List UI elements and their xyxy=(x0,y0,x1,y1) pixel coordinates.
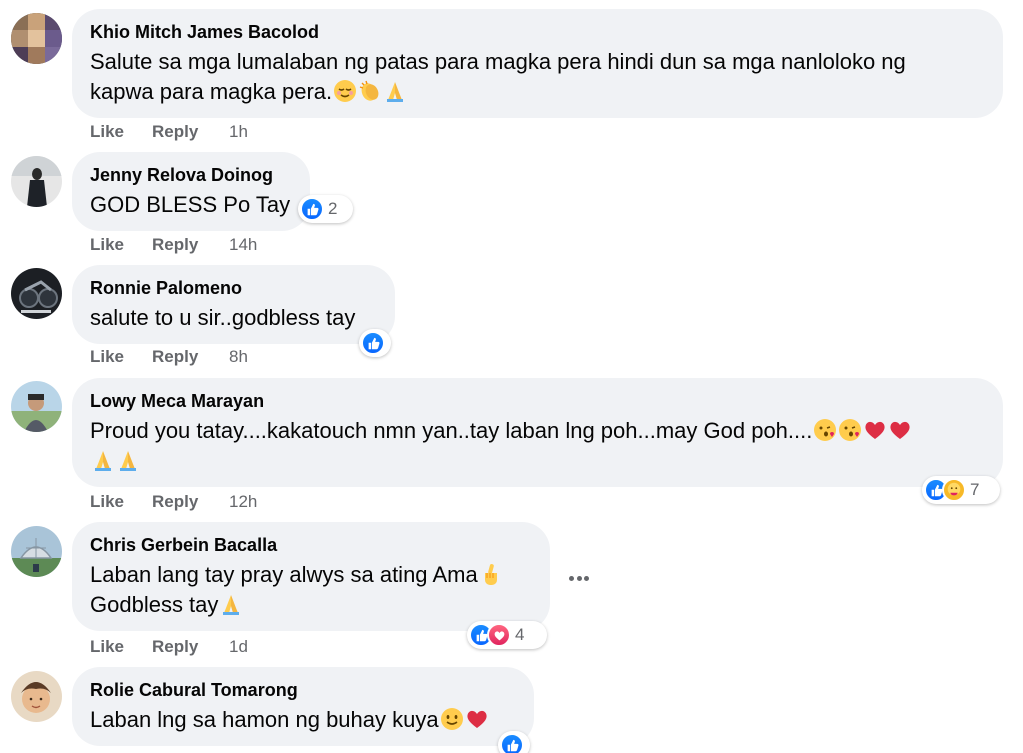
reply-button[interactable]: Reply xyxy=(152,637,229,657)
avatar[interactable] xyxy=(11,671,62,722)
thumbs-up-icon xyxy=(500,733,524,753)
like-button[interactable]: Like xyxy=(90,492,152,512)
kissing-face-emoji xyxy=(814,419,837,441)
reply-button[interactable]: Reply xyxy=(152,492,229,512)
red-heart-emoji xyxy=(467,710,487,728)
avatar[interactable] xyxy=(11,268,62,319)
comment-bubble: Rolie Cabural Tomarong Laban lng sa hamo… xyxy=(72,667,534,746)
reaction-count: 7 xyxy=(970,480,980,499)
avatar[interactable] xyxy=(11,526,62,577)
comment-author[interactable]: Rolie Cabural Tomarong xyxy=(90,678,515,702)
comment-text: Godbless tay xyxy=(90,590,531,620)
reaction-count: 4 xyxy=(515,625,525,644)
avatar[interactable] xyxy=(11,381,62,432)
comment-text: Laban lng sa hamon ng buhay kuya xyxy=(90,705,515,735)
red-heart-emoji xyxy=(890,421,910,439)
comment-author[interactable]: Jenny Relova Doinog xyxy=(90,163,291,187)
reactions-summary[interactable]: 2 xyxy=(298,195,353,223)
care-icon xyxy=(942,478,966,502)
comment-timestamp[interactable]: 12h xyxy=(229,492,257,512)
comment-text: Laban lang tay pray alwys sa ating Ama xyxy=(90,560,531,590)
reaction-count: 2 xyxy=(328,199,338,218)
reply-button[interactable]: Reply xyxy=(152,347,229,367)
folded-hands-emoji xyxy=(95,451,111,471)
heart-icon xyxy=(487,623,511,647)
folded-hands-emoji xyxy=(387,82,404,102)
reply-button[interactable]: Reply xyxy=(152,235,229,255)
comment-actions: Like Reply 8h xyxy=(90,347,248,367)
comment-timestamp[interactable]: 1h xyxy=(229,122,248,142)
smiling-face-emoji xyxy=(440,708,463,730)
comment-timestamp[interactable]: 14h xyxy=(229,235,257,255)
more-options-icon[interactable] xyxy=(566,568,592,588)
like-button[interactable]: Like xyxy=(90,637,152,657)
like-button[interactable]: Like xyxy=(90,347,152,367)
comment-text: Proud you tatay....kakatouch nmn yan..ta… xyxy=(90,416,984,446)
like-button[interactable]: Like xyxy=(90,235,152,255)
comment-timestamp[interactable]: 1d xyxy=(229,637,248,657)
comment-actions: Like Reply 12h xyxy=(90,492,257,512)
thumbs-up-icon xyxy=(361,331,385,355)
comment-bubble: Jenny Relova Doinog GOD BLESS Po Tay xyxy=(72,152,310,231)
reactions-summary[interactable] xyxy=(359,329,391,357)
reactions-summary[interactable]: 4 xyxy=(467,621,547,649)
comment-bubble: Khio Mitch James Bacolod Salute sa mga l… xyxy=(72,9,1003,118)
thumbs-up-icon xyxy=(300,197,324,221)
comment-text: kapwa para magka pera. xyxy=(90,77,984,107)
folded-hands-emoji xyxy=(223,595,240,615)
comment-actions: Like Reply 1h xyxy=(90,122,248,142)
comment-author[interactable]: Ronnie Palomeno xyxy=(90,276,376,300)
comment-author[interactable]: Khio Mitch James Bacolod xyxy=(90,20,984,44)
comment-bubble: Lowy Meca Marayan Proud you tatay....kak… xyxy=(72,378,1003,487)
comment-author[interactable]: Lowy Meca Marayan xyxy=(90,389,984,413)
comment-actions: Like Reply 14h xyxy=(90,235,257,255)
folded-hands-emoji xyxy=(120,451,136,471)
reply-button[interactable]: Reply xyxy=(152,122,229,142)
comment-author[interactable]: Chris Gerbein Bacalla xyxy=(90,533,531,557)
avatar[interactable] xyxy=(11,156,62,207)
red-heart-emoji xyxy=(865,421,885,439)
comment-actions: Like Reply 1d xyxy=(90,637,248,657)
kissing-face-emoji xyxy=(839,419,862,441)
comment-text: GOD BLESS Po Tay xyxy=(90,192,291,217)
relieved-face-emoji xyxy=(334,80,357,102)
reactions-summary[interactable] xyxy=(498,731,530,753)
comment-timestamp[interactable]: 8h xyxy=(229,347,248,367)
reactions-summary[interactable]: 7 xyxy=(922,476,1000,504)
comment-text: Salute sa mga lumalaban ng patas para ma… xyxy=(90,49,906,74)
comment-text xyxy=(90,446,984,476)
avatar[interactable] xyxy=(11,13,62,64)
comment-text: salute to u sir..godbless tay xyxy=(90,305,356,330)
comment-bubble: Ronnie Palomeno salute to u sir..godbles… xyxy=(72,265,395,344)
crossed-fingers-emoji xyxy=(484,564,497,585)
like-button[interactable]: Like xyxy=(90,122,152,142)
clapping-hands-emoji xyxy=(359,80,379,101)
comment-bubble: Chris Gerbein Bacalla Laban lang tay pra… xyxy=(72,522,550,631)
